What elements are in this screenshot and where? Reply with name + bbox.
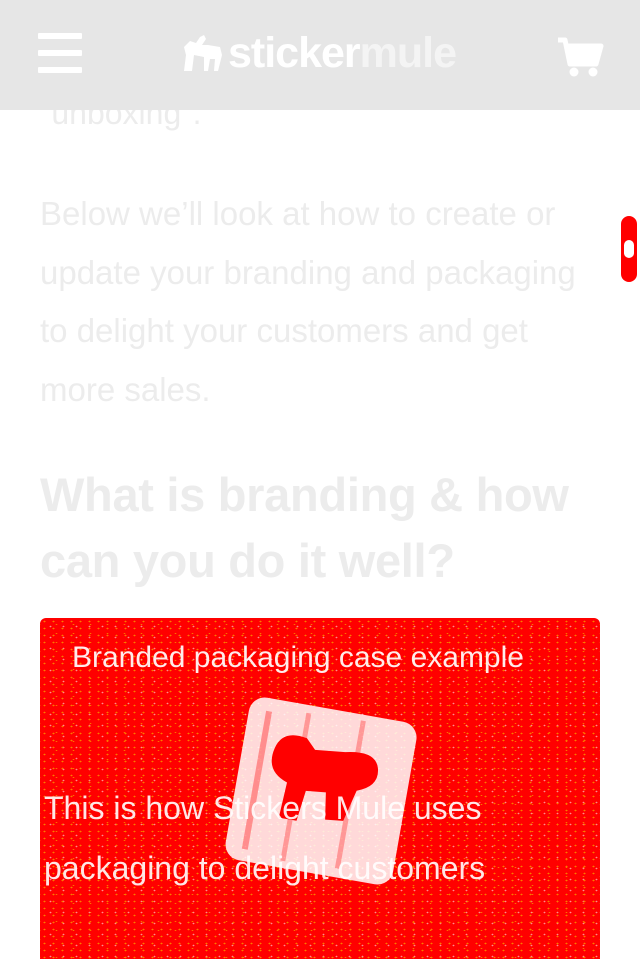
brand-name-part2: mule [359,29,457,77]
brand-name-part1: sticker [228,29,361,77]
section-heading: What is branding & how can you do it wel… [40,468,569,587]
scroll-handle[interactable] [621,216,637,282]
intro-paragraph: Below we’ll look at how to create or upd… [40,195,576,408]
cart-icon[interactable] [556,36,604,78]
case-example-image[interactable]: Branded packaging case example This is h… [40,618,600,959]
brand-logo[interactable]: sticker mule [180,28,457,78]
menu-icon[interactable] [38,33,82,73]
card-title: Branded packaging case example [72,641,524,674]
card-body-text: This is how Stickers Mule uses packaging… [44,790,486,886]
mule-logo-icon [184,35,222,71]
top-header: sticker mule [0,0,640,110]
